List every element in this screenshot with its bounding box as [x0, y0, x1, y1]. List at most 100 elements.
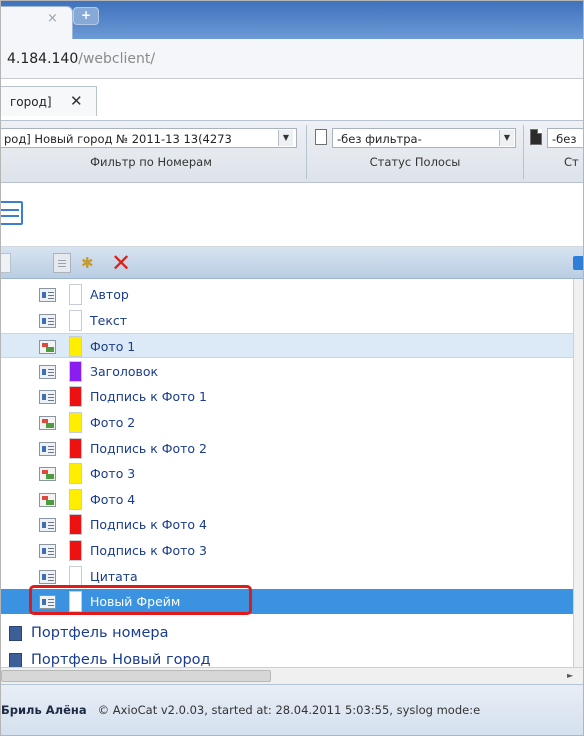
third-filter-value: -без [552, 132, 577, 146]
divider [306, 125, 307, 179]
tree-section-label: Портфель номера [31, 625, 169, 641]
tree-item[interactable]: Автор [1, 282, 573, 307]
color-swatch [69, 361, 82, 382]
tree-item-label: Автор [90, 287, 129, 302]
color-swatch [69, 310, 82, 331]
issue-filter-select[interactable]: род] Новый город № 2011-13 13(4273 ▼ [1, 128, 297, 148]
browser-tab[interactable]: × [1, 6, 73, 39]
tab-close-icon[interactable]: ✕ [70, 92, 83, 110]
text-frame-icon [39, 518, 56, 532]
tree-item[interactable]: Заголовок [1, 359, 573, 384]
horizontal-scrollbar[interactable]: ► [1, 667, 583, 684]
color-swatch [69, 336, 82, 357]
tree-item[interactable]: Фото 2 [1, 410, 573, 435]
third-filter-select[interactable]: -без [547, 128, 583, 148]
chevron-down-icon[interactable]: ▼ [499, 130, 514, 146]
text-frame-icon [39, 390, 56, 404]
status-filter-value: -без фильтра- [337, 132, 422, 146]
tree-item-label: Фото 4 [90, 492, 136, 507]
scrollbar-thumb[interactable] [1, 670, 271, 682]
document-icon [530, 129, 542, 145]
tree-section-label: Портфель Новый город [31, 652, 211, 667]
portfolio-icon [9, 626, 22, 641]
url-host: 4.184.140 [7, 51, 79, 67]
text-frame-icon [39, 365, 56, 379]
tree-item[interactable]: Подпись к Фото 2 [1, 436, 573, 461]
color-swatch [69, 514, 82, 535]
tree-item[interactable]: Новый Фрейм [1, 585, 573, 615]
color-swatch [69, 284, 82, 305]
third-filter-label: Ст [564, 155, 579, 169]
arrow-right-icon[interactable] [573, 256, 583, 270]
color-swatch [69, 412, 82, 433]
issue-filter-value: род] Новый город № 2011-13 13(4273 [4, 132, 232, 146]
tree-item-label: Подпись к Фото 1 [90, 389, 207, 404]
frame-tree: Автор Текст Фото 1 Заголовок Подпись к Фото … [1, 279, 573, 667]
browser-tab-strip: × + [1, 1, 583, 39]
arrow-right-icon[interactable]: ► [567, 671, 573, 680]
status-filter-select[interactable]: -без фильтра- ▼ [332, 128, 516, 148]
chevron-down-icon[interactable]: ▼ [278, 130, 293, 146]
status-text: Бриль Алёна © AxioCat v2.0.03, started a… [1, 703, 480, 717]
tab-label: город] [10, 95, 52, 109]
photo-frame-icon [39, 416, 56, 430]
url-text[interactable]: 4.184.140/webclient/ [7, 51, 155, 67]
tree-section[interactable]: Портфель Новый город [1, 649, 573, 667]
tree-item[interactable]: Фото 4 [1, 487, 573, 512]
issue-filter-label: Фильтр по Номерам [90, 155, 212, 169]
document-icon[interactable] [53, 253, 71, 273]
address-bar[interactable]: 4.184.140/webclient/ [1, 39, 583, 79]
tree-item[interactable]: Текст [1, 308, 573, 333]
delete-icon[interactable]: ✕ [111, 251, 131, 275]
tree-item-label: Заголовок [90, 364, 159, 379]
text-frame-icon [39, 288, 56, 302]
version-info: © AxioCat v2.0.03, started at: 28.04.201… [97, 703, 481, 717]
color-swatch [69, 566, 82, 587]
tree-item-label: Текст [90, 313, 128, 328]
vertical-scrollbar[interactable] [573, 279, 583, 667]
tab-close-icon[interactable]: × [47, 11, 58, 26]
color-swatch [69, 386, 82, 407]
tree-item[interactable]: Подпись к Фото 3 [1, 538, 573, 563]
tree-item[interactable]: Фото 3 [1, 461, 573, 486]
new-frame-icon[interactable]: ✱ [81, 253, 99, 273]
photo-frame-icon [39, 340, 56, 354]
tree-section[interactable]: Портфель номера [1, 622, 573, 646]
tree-item-label: Фото 3 [90, 466, 136, 481]
view-toolbar [1, 183, 583, 247]
highlight-box [29, 585, 252, 615]
tree-item[interactable]: Фото 1 [1, 333, 573, 358]
url-path: /webclient/ [78, 51, 156, 67]
current-user: Бриль Алёна [1, 703, 87, 717]
text-frame-icon [39, 442, 56, 456]
tree-item-label: Подпись к Фото 4 [90, 517, 207, 532]
app-tab-row: город] ✕ [1, 79, 583, 121]
divider [523, 125, 524, 179]
tree-item-label: Подпись к Фото 3 [90, 543, 207, 558]
tree-item-label: Фото 2 [90, 415, 136, 430]
new-tab-button[interactable]: + [73, 7, 99, 25]
photo-frame-icon [39, 493, 56, 507]
tree-item-label: Цитата [90, 569, 138, 584]
tree-item-label: Фото 1 [90, 339, 136, 354]
issue-filter-group: род] Новый город № 2011-13 13(4273 ▼ Фил… [1, 128, 301, 176]
document-icon [315, 129, 327, 145]
portfolio-icon [9, 653, 22, 667]
photo-frame-icon [39, 467, 56, 481]
tree-toolbar: ✱ ✕ [1, 247, 583, 279]
color-swatch [69, 463, 82, 484]
tree-item[interactable]: Подпись к Фото 4 [1, 512, 573, 537]
third-filter-group: -без Ст [528, 128, 583, 176]
status-bar: Бриль Алёна © AxioCat v2.0.03, started a… [1, 684, 583, 735]
list-view-icon[interactable] [1, 201, 23, 225]
filter-bar: род] Новый город № 2011-13 13(4273 ▼ Фил… [1, 121, 583, 183]
app-window: × + 4.184.140/webclient/ город] ✕ род] Н… [0, 0, 584, 736]
tree-item-label: Подпись к Фото 2 [90, 441, 207, 456]
blank-page-icon[interactable] [1, 253, 11, 273]
text-frame-icon [39, 570, 56, 584]
tab-current-issue[interactable]: город] ✕ [1, 86, 97, 116]
tree-item[interactable]: Подпись к Фото 1 [1, 384, 573, 409]
color-swatch [69, 489, 82, 510]
status-filter-group: -без фильтра- ▼ Статус Полосы [312, 128, 518, 176]
color-swatch [69, 540, 82, 561]
